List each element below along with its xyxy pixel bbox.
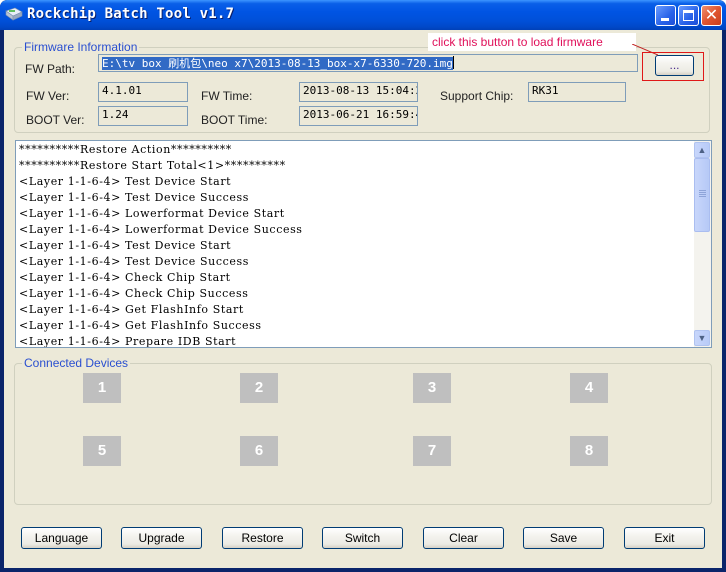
maximize-icon: [683, 10, 694, 21]
log-line: <Layer 1-1-6-4> Get FlashInfo Success: [19, 319, 262, 332]
log-line: <Layer 1-1-6-4> Lowerformat Device Succe…: [19, 223, 303, 236]
rockchip-app-icon: [5, 7, 23, 21]
log-line: <Layer 1-1-6-4> Test Device Start: [19, 239, 232, 252]
log-line: <Layer 1-1-6-4> Test Device Success: [19, 255, 249, 268]
fw-path-label: FW Path:: [25, 62, 76, 76]
upgrade-button[interactable]: Upgrade: [121, 527, 202, 549]
fw-ver-label: FW Ver:: [26, 89, 70, 103]
device-tile-8: 8: [570, 436, 608, 466]
language-button[interactable]: Language: [21, 527, 102, 549]
client-area: Firmware Information FW Path: E:\tv box …: [4, 30, 722, 568]
grip-icon: [699, 190, 706, 198]
boot-time-field: 2013-06-21 16:59:45: [299, 106, 418, 126]
log-lines: **********Restore Action********** ******…: [19, 142, 693, 348]
connected-devices-label: Connected Devices: [22, 356, 131, 370]
close-button[interactable]: ✕: [701, 5, 722, 26]
log-line: <Layer 1-1-6-4> Lowerformat Device Start: [19, 207, 285, 220]
chevron-down-icon: ▼: [697, 333, 707, 343]
save-button[interactable]: Save: [523, 527, 604, 549]
log-line: <Layer 1-1-6-4> Test Device Success: [19, 191, 249, 204]
device-tile-6: 6: [240, 436, 278, 466]
device-tile-1: 1: [83, 373, 121, 403]
fw-time-field: 2013-08-13 15:04:21: [299, 82, 418, 102]
app-window: Rockchip Batch Tool v1.7 ✕ Firmware Info…: [0, 0, 726, 572]
restore-button[interactable]: Restore: [222, 527, 303, 549]
log-line: <Layer 1-1-6-4> Test Device Start: [19, 175, 232, 188]
log-line: **********Restore Start Total<1>********…: [19, 159, 286, 172]
annotation-callout: click this button to load firmware: [428, 33, 636, 51]
log-line: <Layer 1-1-6-4> Prepare IDB Start: [19, 335, 237, 348]
fw-ver-field: 4.1.01: [98, 82, 188, 102]
annotation-highlight-box: [642, 52, 704, 81]
log-line: <Layer 1-1-6-4> Check Chip Start: [19, 271, 231, 284]
boot-time-label: BOOT Time:: [201, 113, 268, 127]
support-chip-label: Support Chip:: [440, 89, 514, 103]
log-output[interactable]: **********Restore Action********** ******…: [15, 140, 712, 348]
minimize-icon: [661, 18, 669, 21]
clear-button[interactable]: Clear: [423, 527, 504, 549]
device-tile-3: 3: [413, 373, 451, 403]
chevron-up-icon: ▲: [697, 145, 707, 155]
minimize-button[interactable]: [655, 5, 676, 26]
device-tile-5: 5: [83, 436, 121, 466]
window-title: Rockchip Batch Tool v1.7: [27, 6, 235, 22]
boot-ver-label: BOOT Ver:: [26, 113, 85, 127]
scroll-down-button[interactable]: ▼: [694, 330, 710, 346]
log-line: <Layer 1-1-6-4> Get FlashInfo Start: [19, 303, 244, 316]
log-scrollbar[interactable]: ▲ ▼: [694, 141, 711, 347]
device-tile-2: 2: [240, 373, 278, 403]
fw-path-value: E:\tv box 刷机包\neo x7\2013-08-13_box-x7-6…: [102, 57, 453, 70]
switch-button[interactable]: Switch: [322, 527, 403, 549]
firmware-info-label: Firmware Information: [22, 40, 140, 54]
text-caret: [452, 56, 454, 69]
title-bar[interactable]: Rockchip Batch Tool v1.7 ✕: [0, 0, 726, 30]
exit-button[interactable]: Exit: [624, 527, 705, 549]
close-icon: ✕: [704, 5, 719, 24]
support-chip-field: RK31: [528, 82, 626, 102]
log-line: **********Restore Action**********: [19, 143, 232, 156]
scroll-up-button[interactable]: ▲: [694, 142, 710, 158]
maximize-button[interactable]: [678, 5, 699, 26]
fw-path-field[interactable]: E:\tv box 刷机包\neo x7\2013-08-13_box-x7-6…: [98, 54, 638, 72]
scroll-thumb[interactable]: [694, 158, 710, 232]
device-tile-7: 7: [413, 436, 451, 466]
log-line: <Layer 1-1-6-4> Check Chip Success: [19, 287, 249, 300]
device-tile-4: 4: [570, 373, 608, 403]
boot-ver-field: 1.24: [98, 106, 188, 126]
fw-time-label: FW Time:: [201, 89, 253, 103]
